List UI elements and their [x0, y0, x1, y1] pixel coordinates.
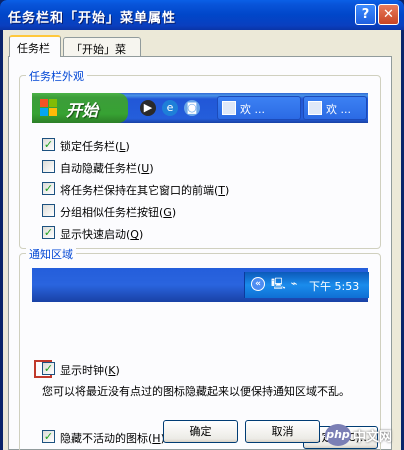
option-label: 显示时钟(K): [60, 364, 120, 377]
access-key: Q: [130, 228, 139, 241]
site-watermark: php 中文网: [322, 422, 404, 450]
task-button-2: 欢 ...: [303, 96, 367, 120]
checkbox-lock-taskbar[interactable]: ✓: [42, 138, 55, 151]
help-button[interactable]: ?: [355, 4, 376, 25]
label-text: 显示时钟: [60, 364, 104, 377]
title-bar[interactable]: 任务栏和「开始」菜单属性 ? ✕: [0, 0, 404, 30]
access-key: U: [141, 162, 150, 175]
window-icon: [222, 101, 236, 115]
notification-description: 您可以将最近没有点过的图标隐藏起来以便保持通知区域不乱。: [42, 385, 350, 398]
access-key: T: [218, 184, 226, 197]
checkbox-group-buttons[interactable]: [42, 204, 55, 217]
option-label: 隐藏不活动的图标(H): [60, 432, 165, 445]
tab-taskbar[interactable]: 任务栏: [9, 35, 61, 57]
taskbar-appearance-group: 任务栏外观 开始 ▶ e ◙ 欢 ... 欢 ... ✓ 锁定任务栏(L) 自动…: [19, 68, 381, 249]
php-logo-icon: php: [325, 424, 351, 446]
tab-panel-taskbar: 任务栏外观 开始 ▶ e ◙ 欢 ... 欢 ... ✓ 锁定任务栏(L) 自动…: [8, 56, 392, 450]
cancel-button[interactable]: 取消: [245, 420, 320, 443]
checkbox-auto-hide[interactable]: [42, 160, 55, 173]
checkbox-keep-on-top[interactable]: ✓: [42, 182, 55, 195]
taskbar-preview: 开始 ▶ e ◙ 欢 ... 欢 ...: [32, 93, 368, 123]
checkbox-quick-launch[interactable]: ✓: [42, 226, 55, 239]
windows-flag-icon: [40, 99, 58, 117]
safely-remove-icon: ⌁: [290, 277, 298, 290]
tab-start-menu[interactable]: 「开始」菜单: [63, 37, 141, 72]
window-icon: [308, 101, 322, 115]
system-tray-preview: « 🖳 ⌁ 下午 5:53: [244, 272, 369, 298]
checkbox-hide-inactive[interactable]: ✓: [42, 430, 55, 443]
internet-explorer-icon: e: [162, 100, 178, 116]
access-key: H: [152, 432, 161, 445]
option-label: 自动隐藏任务栏(U): [60, 162, 154, 175]
access-key: G: [163, 206, 172, 219]
ok-button[interactable]: 确定: [163, 420, 238, 443]
label-text: 隐藏不活动的图标: [60, 432, 148, 445]
option-label: 将任务栏保持在其它窗口的前端(T): [60, 184, 230, 197]
media-player-icon: ▶: [140, 100, 156, 116]
group-legend-notification: 通知区域: [26, 246, 76, 262]
task-button-label: 欢 ...: [326, 103, 351, 116]
watermark-text: 中文网: [353, 430, 393, 445]
group-legend-appearance: 任务栏外观: [26, 68, 87, 84]
label-text: 自动隐藏任务栏: [60, 162, 137, 175]
network-icon: 🖳: [271, 277, 286, 290]
label-text: 将任务栏保持在其它窗口的前端: [60, 184, 214, 197]
label-text: 锁定任务栏: [60, 140, 115, 153]
checkbox-show-clock[interactable]: ✓: [42, 362, 55, 375]
label-text: 分组相似任务栏按钮: [60, 206, 159, 219]
close-button[interactable]: ✕: [378, 4, 399, 25]
expand-arrow-icon: «: [251, 277, 265, 291]
dialog-client: 任务栏 「开始」菜单 任务栏外观 开始 ▶: [3, 30, 401, 450]
option-label: 显示快速启动(Q): [60, 228, 144, 241]
show-desktop-icon: ◙: [184, 100, 200, 116]
access-key: K: [108, 364, 116, 377]
notification-preview: « 🖳 ⌁ 下午 5:53: [32, 268, 369, 302]
window-title: 任务栏和「开始」菜单属性: [8, 11, 177, 26]
start-button-preview: 开始: [32, 93, 128, 123]
start-label: 开始: [66, 101, 99, 120]
label-text: 显示快速启动: [60, 228, 126, 241]
access-key: L: [119, 140, 126, 153]
tray-clock: 下午 5:53: [309, 280, 360, 293]
option-label: 分组相似任务栏按钮(G): [60, 206, 177, 219]
option-label: 锁定任务栏(L): [60, 140, 130, 153]
task-button-label: 欢 ...: [240, 103, 265, 116]
properties-window: 任务栏和「开始」菜单属性 ? ✕ 任务栏 「开始」菜单 任务栏外观: [0, 0, 404, 450]
task-button-1: 欢 ...: [217, 96, 301, 120]
